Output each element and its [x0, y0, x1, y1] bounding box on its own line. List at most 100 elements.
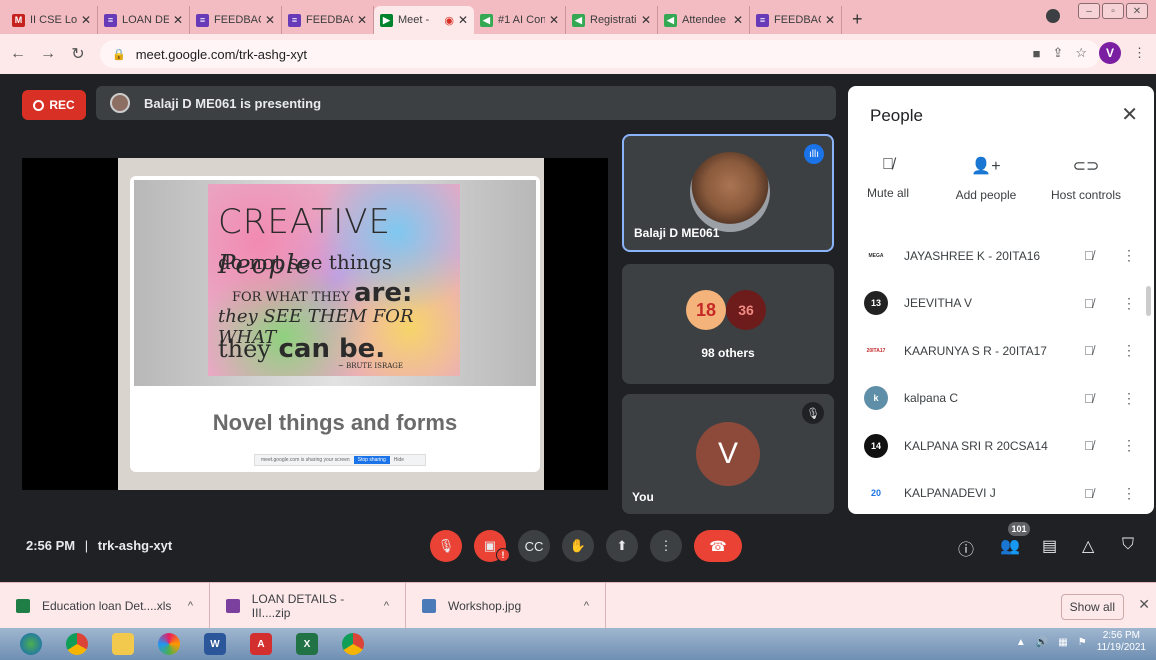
participant-row[interactable]: 20 KALPANADEVI J 🎙̸ ⋮: [848, 470, 1144, 515]
participant-row[interactable]: k kalpana C 🎙̸ ⋮: [848, 375, 1144, 423]
more-vert-icon[interactable]: ⋮: [1114, 295, 1144, 312]
browser-tab[interactable]: ≡ FEEDBACK F ✕: [190, 6, 282, 34]
recording-badge[interactable]: REC: [22, 90, 86, 120]
new-tab-button[interactable]: +: [852, 9, 863, 30]
mute-all-button[interactable]: 🎙̸ Mute all: [848, 156, 938, 200]
url-text: meet.google.com/trk-ashg-xyt: [135, 46, 307, 62]
menu-kebab-icon[interactable]: ⋮: [1133, 45, 1146, 61]
browser-tab[interactable]: ◀ Attendee Pc ✕: [658, 6, 750, 34]
present-now-button[interactable]: ⬆: [606, 530, 638, 562]
tab-close-icon[interactable]: ✕: [173, 13, 183, 27]
chevron-up-icon[interactable]: ^: [584, 600, 589, 612]
minimize-button[interactable]: –: [1078, 3, 1100, 19]
taskbar-chrome[interactable]: [54, 629, 100, 659]
browser-tab[interactable]: ≡ FEEDBACK F ✕: [282, 6, 374, 34]
network-icon[interactable]: ▦: [1058, 637, 1067, 648]
browser-tab[interactable]: ≡ LOAN DETA ✕: [98, 6, 190, 34]
leave-call-button[interactable]: ☎: [694, 530, 742, 562]
download-item[interactable]: Workshop.jpg ^: [406, 582, 606, 629]
alert-flag-icon[interactable]: ⚑: [1078, 637, 1087, 648]
reload-button[interactable]: ↻: [66, 44, 90, 64]
tab-title: FEEDBACK F: [774, 14, 821, 26]
tab-close-icon[interactable]: ✕: [357, 13, 367, 27]
participant-avatar: 20ITA17: [864, 338, 888, 363]
mic-off-icon[interactable]: 🎙̸: [1084, 248, 1114, 263]
tab-close-icon[interactable]: ✕: [81, 13, 91, 27]
download-item[interactable]: Education loan Det....xls ^: [0, 582, 210, 629]
captions-button[interactable]: CC: [518, 530, 550, 562]
tab-close-icon[interactable]: ✕: [458, 13, 468, 27]
taskbar-word[interactable]: W: [192, 629, 238, 659]
more-vert-icon[interactable]: ⋮: [1114, 437, 1144, 454]
microphone-off-button[interactable]: 🎙: [430, 530, 462, 562]
others-tile[interactable]: 18 36 98 others: [622, 264, 834, 384]
profile-avatar[interactable]: V: [1099, 42, 1121, 64]
browser-tab[interactable]: M II CSE Loan ✕: [6, 6, 98, 34]
activities-button[interactable]: △: [1082, 536, 1094, 556]
participant-row[interactable]: 20ITA17 KAARUNYA S R - 20ITA17 🎙̸ ⋮: [848, 327, 1144, 375]
bookmark-star-icon[interactable]: ☆: [1075, 45, 1087, 61]
meeting-info-button[interactable]: ⓘ: [958, 536, 974, 560]
volume-icon[interactable]: 🔊: [1036, 637, 1048, 648]
taskbar-acrobat[interactable]: A: [238, 629, 284, 659]
taskbar-excel[interactable]: X: [284, 629, 330, 659]
mic-off-icon[interactable]: 🎙̸: [1084, 486, 1114, 501]
tab-favicon-icon: ≡: [756, 13, 769, 27]
more-vert-icon[interactable]: ⋮: [1114, 390, 1144, 407]
people-panel: People ✕ 🎙̸ Mute all 👤+ Add people ⊂⊃ Ho…: [848, 86, 1154, 514]
tab-close-icon[interactable]: ✕: [825, 13, 835, 27]
tray-arrow-icon[interactable]: ▲: [1016, 637, 1026, 648]
presenter-tile[interactable]: ıllı Balaji D ME061: [622, 134, 834, 252]
browser-tab[interactable]: ≡ FEEDBACK F ✕: [750, 6, 842, 34]
tab-close-icon[interactable]: ✕: [265, 13, 275, 27]
more-options-button[interactable]: ⋮: [650, 530, 682, 562]
host-controls-shield-button[interactable]: ⛉: [1122, 536, 1134, 554]
participant-row[interactable]: 14 KALPANA SRI R 20CSA14 🎙̸ ⋮: [848, 422, 1144, 470]
close-window-button[interactable]: ✕: [1126, 3, 1148, 19]
forward-button[interactable]: →: [36, 45, 60, 63]
participant-list-scrollbar[interactable]: [1146, 286, 1151, 316]
chevron-up-icon[interactable]: ^: [188, 600, 193, 612]
browser-tab[interactable]: ◀ #1 AI Confe ✕: [474, 6, 566, 34]
more-vert-icon[interactable]: ⋮: [1114, 485, 1144, 502]
tab-close-icon[interactable]: ✕: [733, 13, 743, 27]
taskbar-chrome-profile[interactable]: [330, 629, 376, 659]
people-icon: 👥: [1000, 538, 1020, 555]
add-people-button[interactable]: 👤+ Add people: [936, 156, 1036, 202]
mic-off-icon[interactable]: 🎙̸: [1084, 438, 1114, 453]
show-all-downloads-button[interactable]: Show all: [1060, 594, 1124, 620]
more-vert-icon[interactable]: ⋮: [1114, 342, 1144, 359]
more-vert-icon[interactable]: ⋮: [1114, 247, 1144, 264]
mic-off-icon[interactable]: 🎙̸: [1084, 343, 1114, 358]
system-clock[interactable]: 2:56 PM 11/19/2021: [1097, 630, 1146, 654]
start-button[interactable]: [8, 629, 54, 659]
self-tile[interactable]: 🎙 V You: [622, 394, 834, 514]
mic-off-icon[interactable]: 🎙̸: [1084, 391, 1114, 406]
camera-icon[interactable]: ■: [1033, 46, 1041, 61]
tab-close-icon[interactable]: ✕: [549, 13, 559, 27]
mic-off-icon[interactable]: 🎙̸: [1084, 296, 1114, 311]
participant-row[interactable]: MEGA JAYASHREE K - 20ITA16 🎙̸ ⋮: [848, 232, 1144, 280]
browser-tab[interactable]: ◀ Registration ✕: [566, 6, 658, 34]
participant-row[interactable]: 13 JEEVITHA V 🎙̸ ⋮: [848, 280, 1144, 328]
raise-hand-button[interactable]: ✋: [562, 530, 594, 562]
back-button[interactable]: ←: [6, 45, 30, 63]
download-item[interactable]: LOAN DETAILS - III....zip ^: [210, 582, 406, 629]
people-button[interactable]: 👥: [1000, 536, 1020, 556]
chevron-up-icon[interactable]: ^: [384, 600, 389, 612]
tab-favicon-icon: ≡: [104, 13, 117, 27]
stop-sharing-button[interactable]: Stop sharing: [353, 456, 390, 464]
maximize-button[interactable]: ▫: [1102, 3, 1124, 19]
chat-button[interactable]: ▤: [1042, 536, 1057, 556]
address-bar[interactable]: 🔒 meet.google.com/trk-ashg-xyt: [100, 40, 1100, 68]
close-downloads-icon[interactable]: ✕: [1138, 596, 1150, 613]
tab-close-icon[interactable]: ✕: [641, 13, 651, 27]
meeting-details: 2:56 PM | trk-ashg-xyt: [26, 538, 172, 553]
browser-tab[interactable]: ▶ Meet - ◉ ✕: [374, 6, 474, 34]
taskbar-app[interactable]: [146, 629, 192, 659]
taskbar-explorer[interactable]: [100, 629, 146, 659]
hide-button[interactable]: Hide: [394, 457, 404, 463]
close-icon[interactable]: ✕: [1121, 102, 1138, 127]
share-icon[interactable]: ⇪: [1052, 45, 1063, 61]
host-controls-button[interactable]: ⊂⊃ Host controls: [1036, 156, 1136, 202]
